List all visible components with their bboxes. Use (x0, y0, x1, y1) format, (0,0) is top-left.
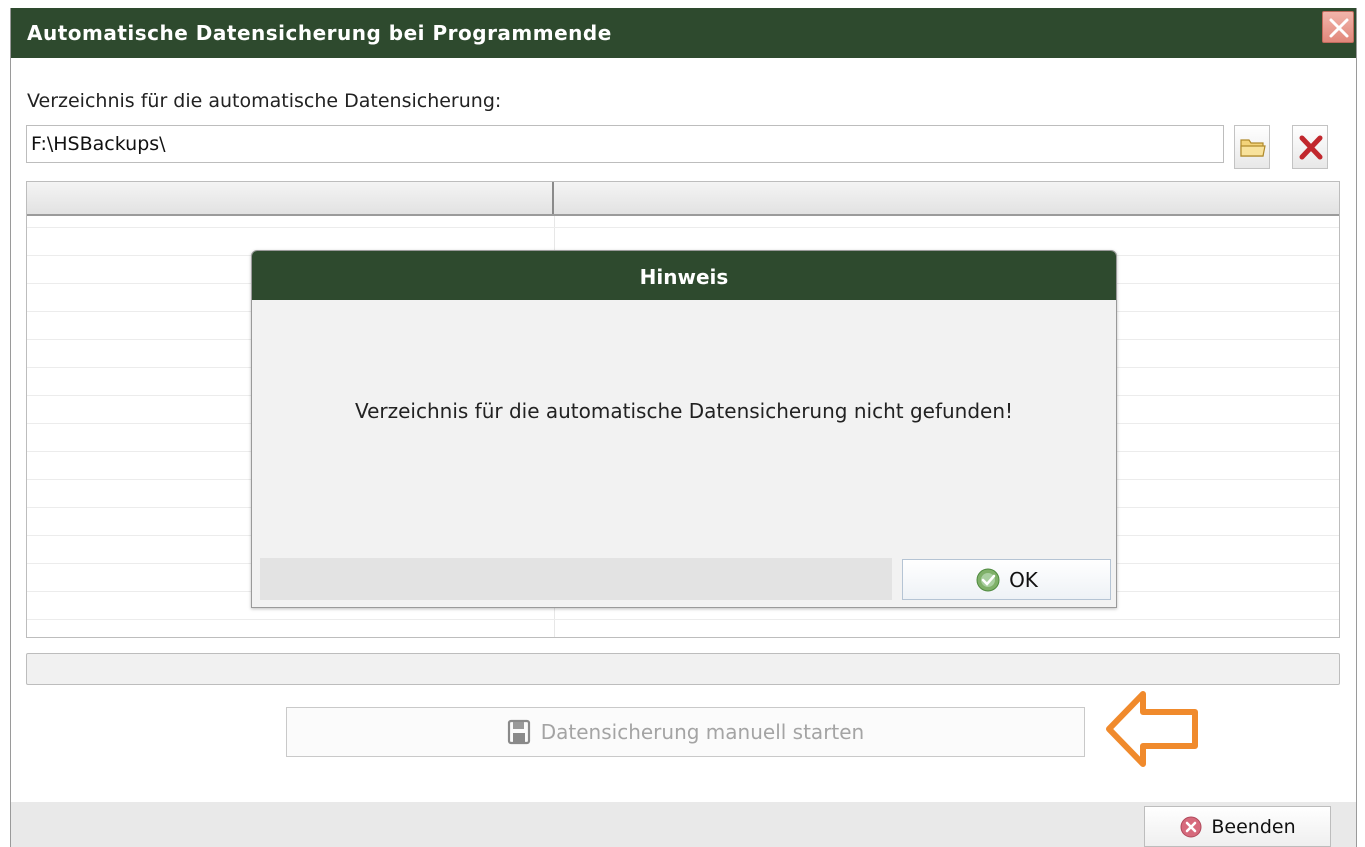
column-resize-handle[interactable] (552, 182, 554, 214)
ok-check-icon (976, 568, 1000, 591)
grid-row-line (27, 227, 1339, 228)
start-backup-button[interactable]: Datensicherung manuell starten (286, 707, 1085, 757)
start-backup-label: Datensicherung manuell starten (540, 720, 865, 744)
ok-button[interactable]: OK (902, 559, 1111, 600)
grid-header (27, 182, 1339, 216)
close-icon (1329, 18, 1349, 38)
directory-label: Verzeichnis für die automatische Datensi… (27, 90, 502, 112)
dialog-footer (260, 558, 892, 600)
window-titlebar[interactable]: Automatische Datensicherung bei Programm… (11, 8, 1356, 58)
folder-icon (1240, 139, 1266, 157)
cancel-icon (1180, 816, 1202, 837)
floppy-disk-icon (507, 719, 530, 745)
directory-input[interactable] (26, 125, 1224, 163)
close-button[interactable] (1322, 11, 1354, 43)
orange-arrow-left-icon (1106, 691, 1198, 767)
exit-button[interactable]: Beenden (1144, 806, 1331, 847)
dialog-message: Verzeichnis für die automatische Datensi… (354, 399, 1014, 423)
dialog-title: Hinweis (252, 251, 1116, 300)
hint-dialog: Hinweis Verzeichnis für die automatische… (251, 250, 1117, 608)
ok-button-label: OK (1009, 567, 1038, 592)
grid-row-line (27, 619, 1339, 620)
browse-folder-button[interactable] (1234, 125, 1270, 169)
progress-bar (26, 653, 1340, 685)
window-title: Automatische Datensicherung bei Programm… (27, 21, 612, 45)
exit-button-label: Beenden (1211, 815, 1296, 838)
clear-directory-button[interactable] (1292, 125, 1328, 169)
delete-x-icon (1299, 135, 1323, 160)
